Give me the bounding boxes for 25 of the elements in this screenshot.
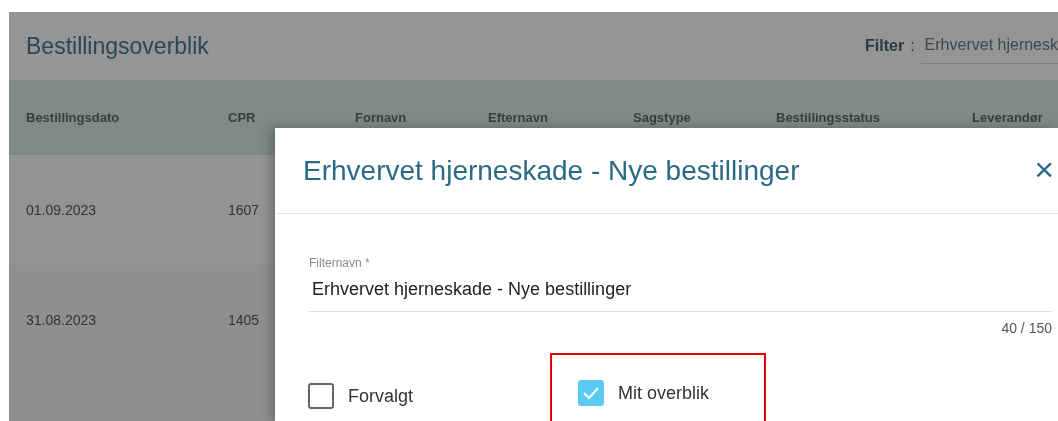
column-header[interactable]: Bestillingsstatus xyxy=(776,107,972,128)
table-cell-text: 1607 xyxy=(228,200,261,220)
close-button[interactable]: × xyxy=(1030,151,1058,190)
check-icon xyxy=(582,386,600,400)
column-header[interactable]: Bestillingsdato xyxy=(9,107,228,128)
checkbox[interactable] xyxy=(578,380,604,406)
field-label: Filternavn * xyxy=(309,255,371,272)
column-header[interactable]: Efternavn xyxy=(488,107,633,128)
column-header[interactable]: Leverandør xyxy=(972,107,1058,128)
checkbox[interactable] xyxy=(308,383,334,409)
dialog-title: Erhvervet hjerneskade - Nye bestillinger xyxy=(303,153,800,188)
filter-select[interactable]: Erhvervet hjernesk xyxy=(920,28,1058,64)
table-cell-text: 01.09.2023 xyxy=(25,200,98,220)
filter-separator: : xyxy=(910,36,915,56)
filter-label: Filter xyxy=(865,36,905,56)
column-header[interactable]: CPR xyxy=(228,107,355,128)
checkbox-label[interactable]: Mit overblik xyxy=(618,379,710,407)
column-header[interactable]: Sagstype xyxy=(633,107,776,128)
character-counter: 40 / 150 xyxy=(1000,319,1052,338)
checkbox-label[interactable]: Forvalgt xyxy=(348,382,414,410)
column-header[interactable]: Fornavn xyxy=(355,107,488,128)
page-title: Bestillingsoverblik xyxy=(26,31,209,61)
table-cell-text: 1405 xyxy=(228,310,261,330)
table-cell-text: 31.08.2023 xyxy=(25,310,98,330)
filter-name-field[interactable]: Erhvervet hjerneskade - Nye bestillinger xyxy=(309,272,1052,312)
